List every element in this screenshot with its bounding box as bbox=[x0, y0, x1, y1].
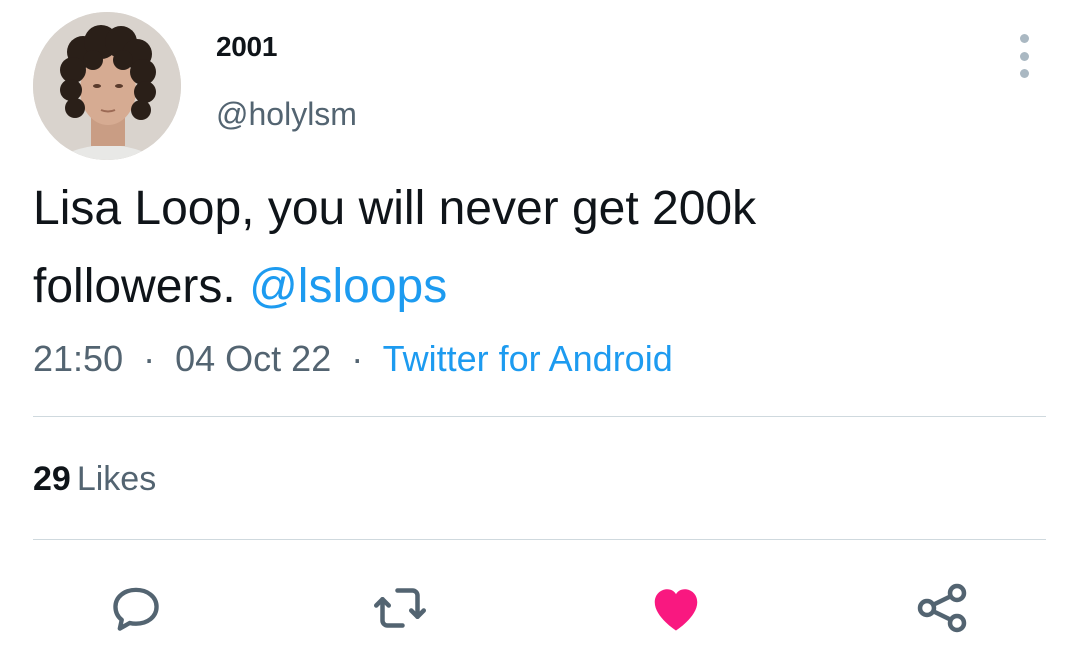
heart-icon bbox=[654, 589, 698, 631]
likes-label: Likes bbox=[76, 460, 157, 498]
meta-separator: · bbox=[351, 338, 364, 379]
likes-count: 29 bbox=[33, 460, 71, 498]
more-vertical-icon[interactable] bbox=[1008, 34, 1040, 78]
divider bbox=[33, 539, 1046, 540]
likes-stat[interactable]: 29 Likes bbox=[33, 460, 156, 499]
tweet-time: 21:50 bbox=[33, 338, 124, 379]
mention-link[interactable]: @lsloops bbox=[249, 260, 447, 313]
avatar[interactable] bbox=[33, 12, 181, 160]
more-dot bbox=[1019, 34, 1029, 43]
tweet-meta: 21:50 · 04 Oct 22 · Twitter for Android bbox=[33, 338, 673, 380]
tweet-text-line-2: followers. @lsloops bbox=[33, 248, 1033, 326]
reply-icon bbox=[113, 587, 159, 631]
reply-button[interactable] bbox=[106, 578, 166, 638]
meta-separator: · bbox=[143, 338, 156, 379]
avatar-image bbox=[33, 12, 181, 160]
display-name[interactable]: 2001 bbox=[216, 31, 277, 63]
user-handle[interactable]: @holylsm bbox=[216, 96, 357, 133]
tweet-source-link[interactable]: Twitter for Android bbox=[383, 338, 673, 379]
more-dot bbox=[1019, 51, 1029, 61]
tweet-text-line-1: Lisa Loop, you will never get 200k bbox=[33, 182, 757, 235]
tweet-text: Lisa Loop, you will never get 200k follo… bbox=[33, 170, 1033, 326]
tweet-text-word: followers. bbox=[33, 260, 236, 313]
share-button[interactable] bbox=[912, 578, 972, 638]
retweet-button[interactable] bbox=[370, 578, 430, 638]
more-dot bbox=[1019, 69, 1029, 78]
retweet-icon bbox=[374, 588, 426, 628]
share-icon bbox=[917, 583, 967, 633]
divider bbox=[33, 416, 1046, 417]
like-button[interactable] bbox=[646, 578, 706, 638]
tweet-date: 04 Oct 22 bbox=[175, 338, 332, 379]
